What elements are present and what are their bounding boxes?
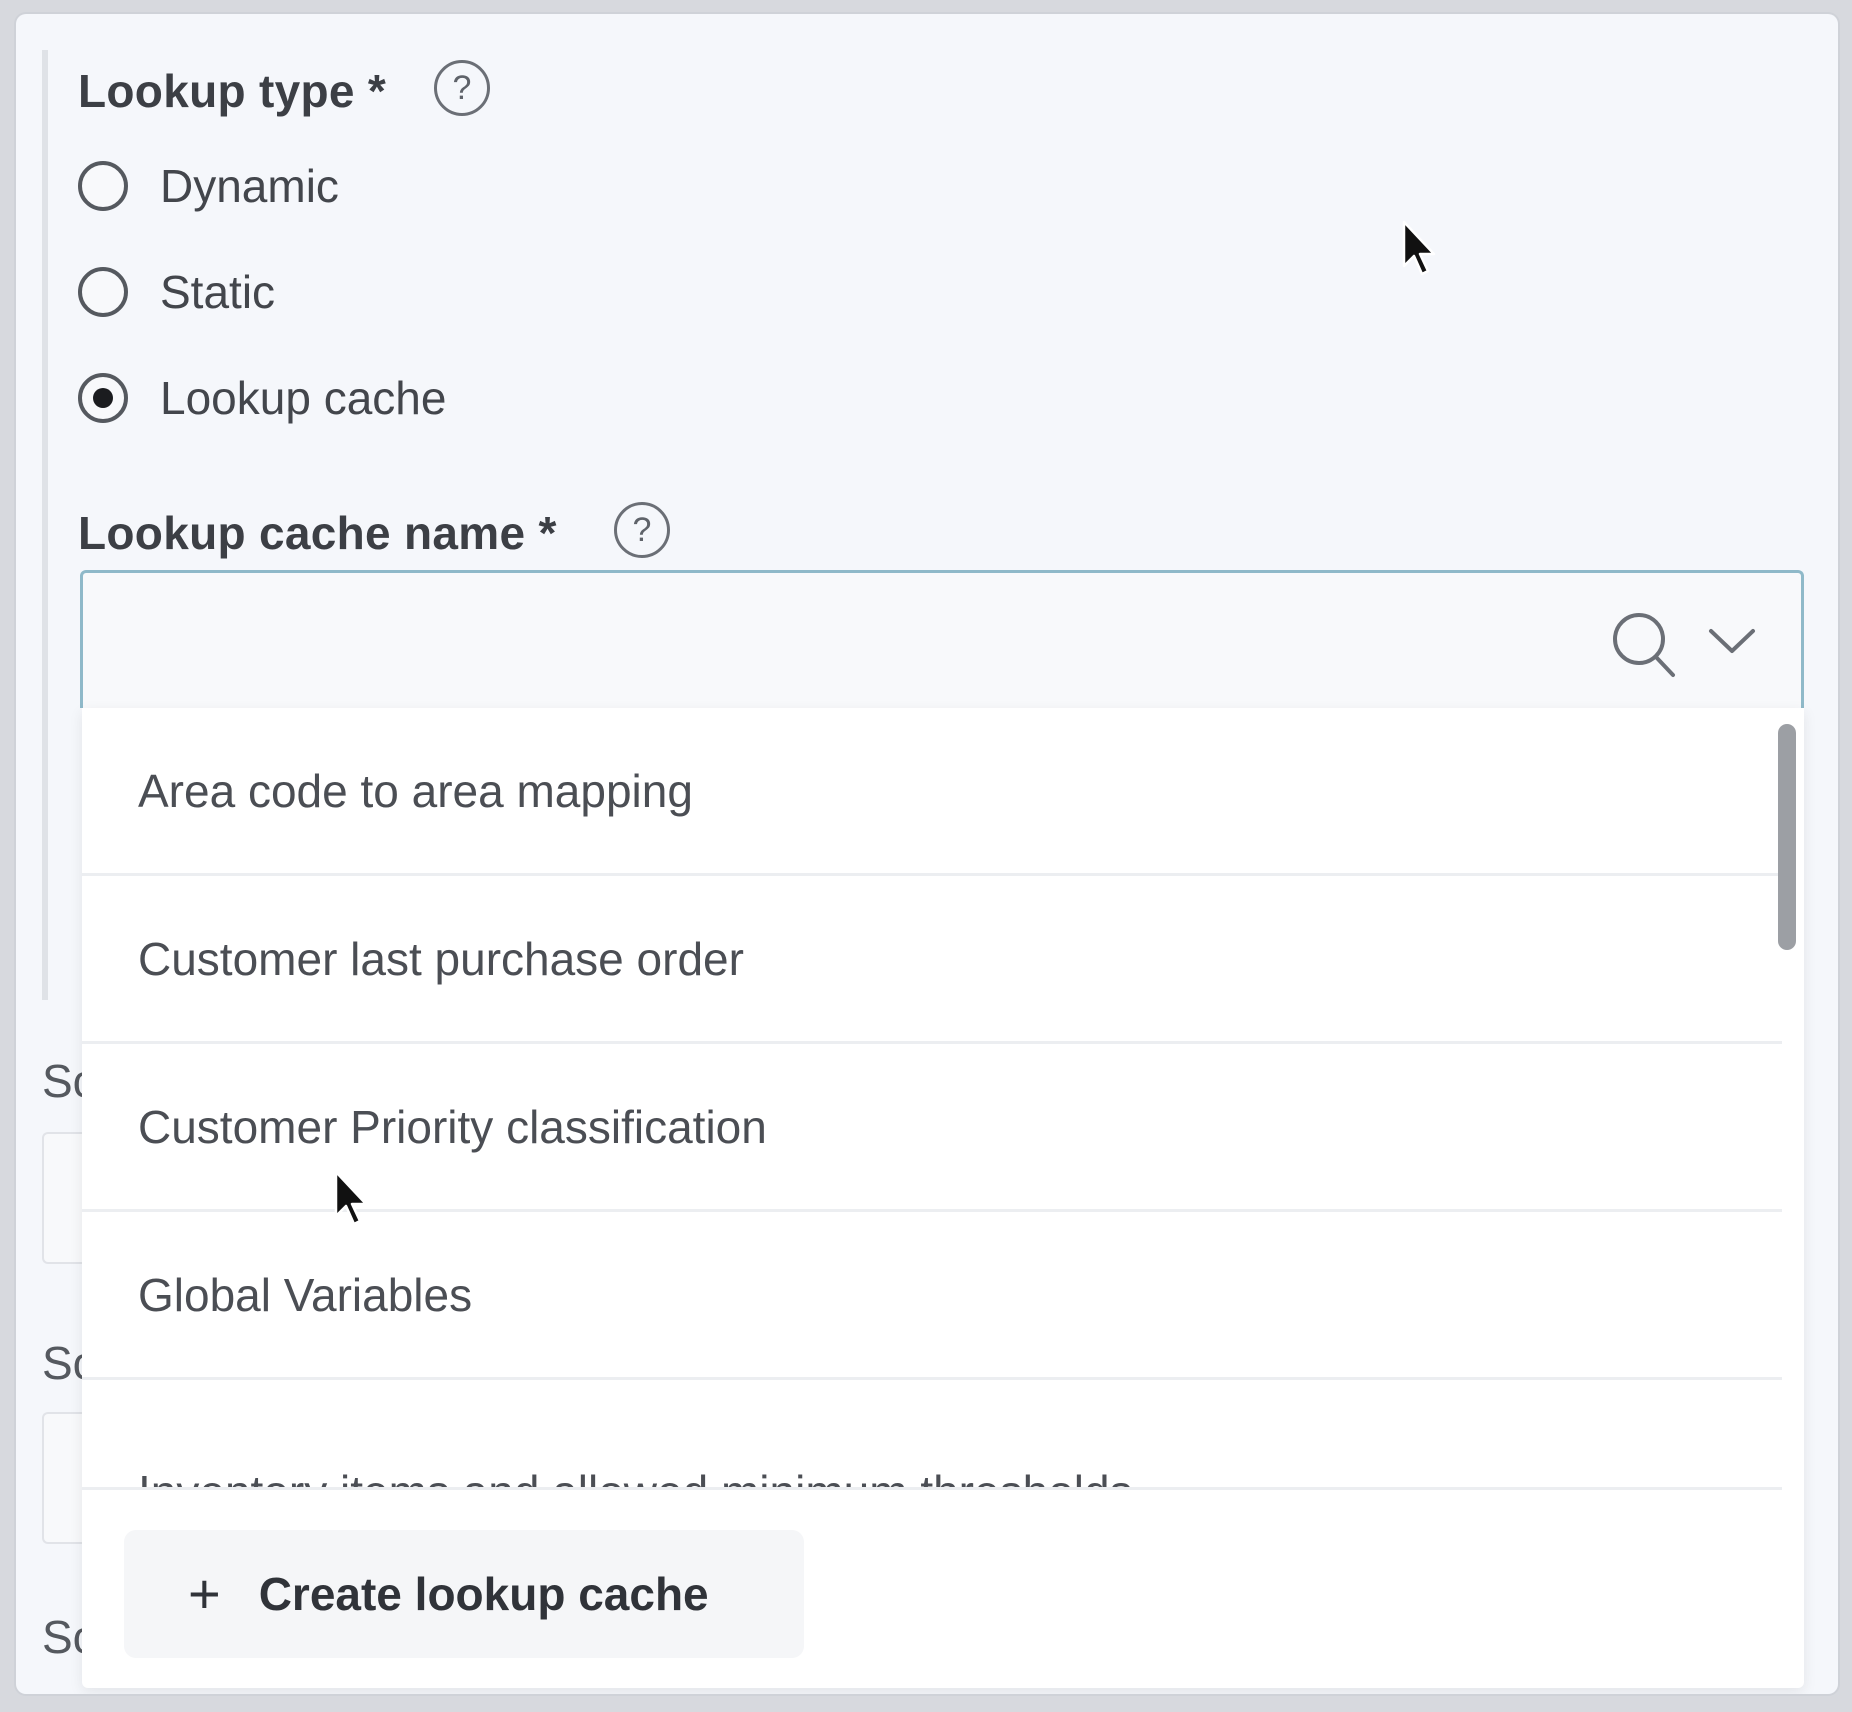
- lookup-type-label: Lookup type *: [78, 64, 386, 118]
- required-mark: *: [538, 507, 557, 559]
- create-lookup-cache-label: Create lookup cache: [258, 1568, 709, 1620]
- section-rule: [42, 50, 48, 1000]
- lookup-config-panel: Lookup type * ? Dynamic Static Lookup ca…: [16, 14, 1838, 1694]
- hidden-field-input: [42, 1412, 82, 1544]
- radio-circle[interactable]: [78, 161, 128, 211]
- hidden-field-label: Sc: [42, 1337, 82, 1389]
- radio-circle-checked[interactable]: [78, 373, 128, 423]
- question-circle-icon[interactable]: ?: [614, 502, 670, 558]
- radio-circle[interactable]: [78, 267, 128, 317]
- lookup-cache-name-combobox[interactable]: [80, 570, 1804, 708]
- lookup-cache-name-label: Lookup cache name *: [78, 506, 557, 560]
- create-lookup-cache-button[interactable]: + Create lookup cache: [124, 1530, 804, 1658]
- mouse-cursor-icon: [334, 1170, 368, 1226]
- question-circle-icon[interactable]: ?: [434, 60, 490, 116]
- required-mark: *: [367, 65, 387, 117]
- plus-icon: +: [188, 1562, 221, 1625]
- radio-dynamic[interactable]: Dynamic: [78, 156, 339, 216]
- radio-label-static: Static: [160, 266, 276, 318]
- option-label: Area code to area mapping: [138, 764, 693, 817]
- radio-label-dynamic: Dynamic: [160, 160, 339, 212]
- option-label: Customer last purchase order: [138, 932, 744, 985]
- lookup-cache-name-label-text: Lookup cache name: [78, 507, 526, 559]
- search-icon[interactable]: [1607, 607, 1681, 681]
- radio-lookup-cache[interactable]: Lookup cache: [78, 368, 446, 428]
- dropdown-option[interactable]: Inventory items and allowed minimum thre…: [82, 1380, 1782, 1490]
- mouse-cursor-icon: [1402, 220, 1436, 276]
- lookup-type-label-text: Lookup type: [78, 65, 355, 117]
- dropdown-scrollbar[interactable]: [1778, 724, 1796, 950]
- option-label: Customer Priority classification: [138, 1100, 767, 1153]
- chevron-down-icon[interactable]: [1705, 621, 1759, 661]
- radio-label-lookup-cache: Lookup cache: [160, 372, 447, 424]
- option-label: Global Variables: [138, 1268, 473, 1321]
- hidden-field-label: Sc: [42, 1611, 82, 1663]
- dropdown-option[interactable]: Area code to area mapping: [82, 708, 1782, 876]
- option-label: Inventory items and allowed minimum thre…: [138, 1465, 1133, 1487]
- radio-static[interactable]: Static: [78, 262, 275, 322]
- hidden-field-label: Sc: [42, 1055, 82, 1107]
- dropdown-option[interactable]: Customer last purchase order: [82, 876, 1782, 1044]
- help-glyph: ?: [452, 69, 472, 107]
- hidden-field-input: [42, 1132, 82, 1264]
- help-glyph: ?: [632, 511, 652, 549]
- dropdown-option[interactable]: Global Variables: [82, 1212, 1782, 1380]
